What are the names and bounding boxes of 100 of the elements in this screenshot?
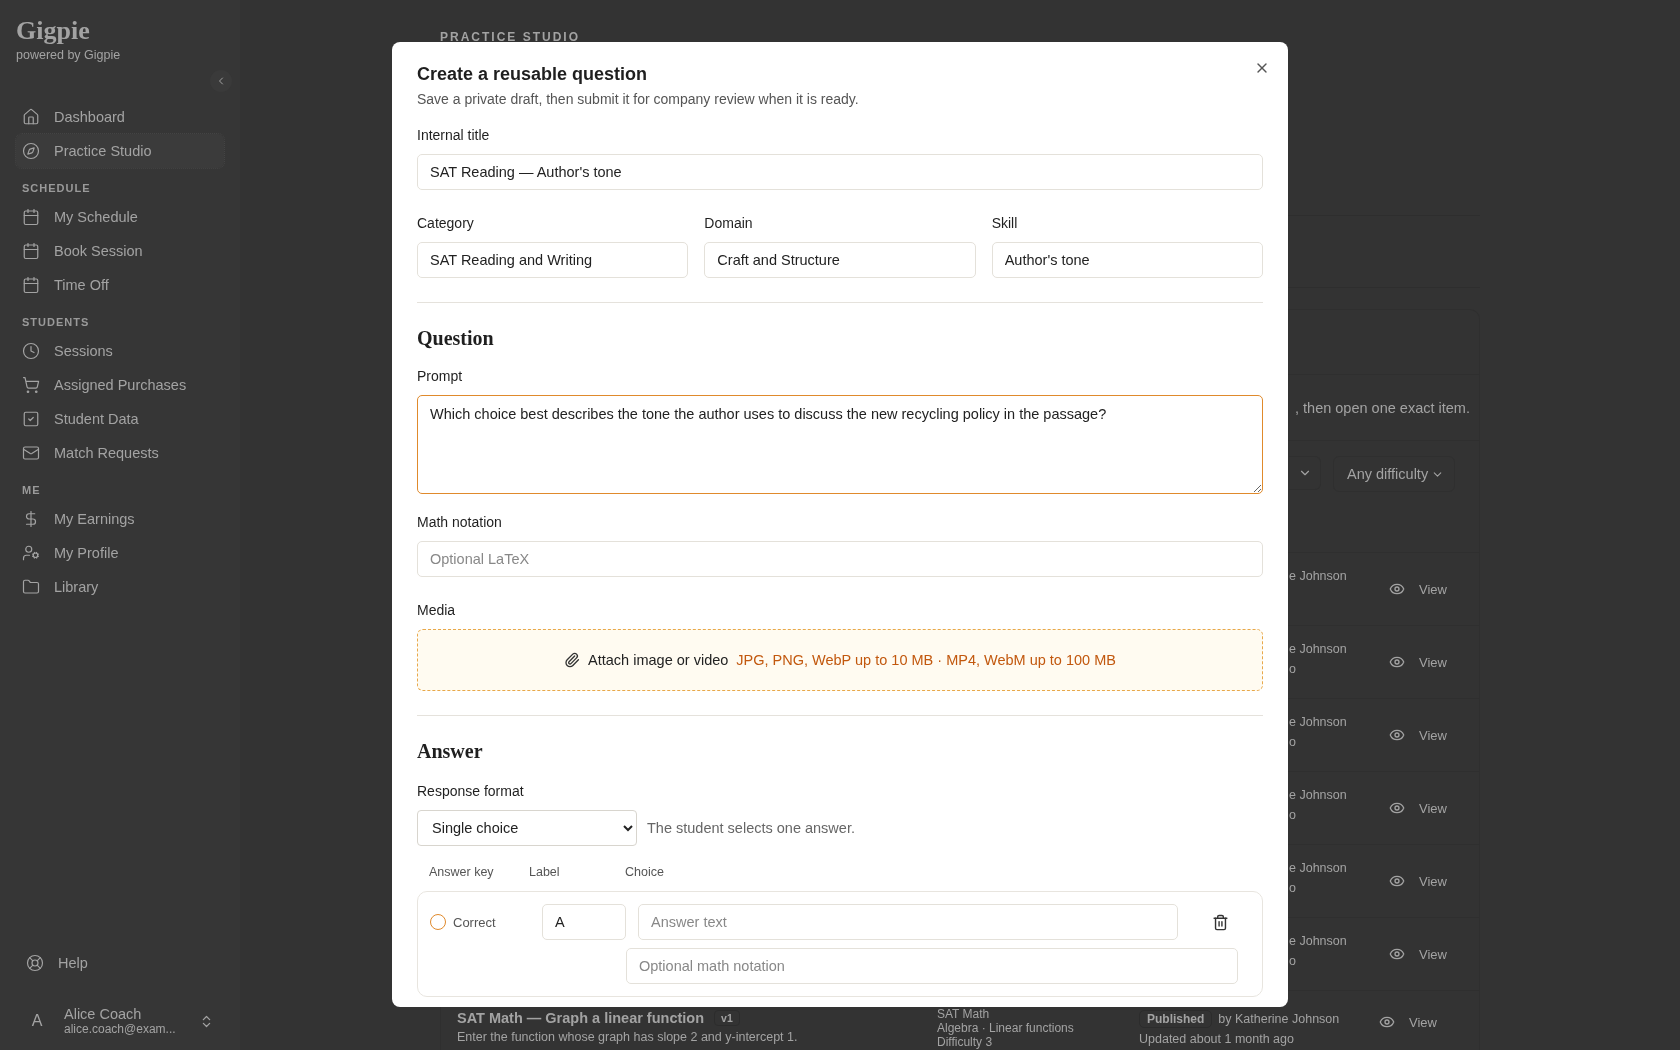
nav-item[interactable]: Book Session bbox=[16, 234, 224, 268]
lifebuoy-icon bbox=[26, 954, 44, 972]
collapse-sidebar-button[interactable] bbox=[210, 70, 232, 92]
nav-icon bbox=[22, 342, 40, 360]
view-link[interactable]: View bbox=[1389, 873, 1481, 889]
math-notation-field[interactable]: Optional math notation bbox=[626, 948, 1238, 984]
view-link[interactable]: View bbox=[1389, 727, 1481, 743]
view-link[interactable]: View bbox=[1389, 654, 1481, 670]
updated-text: Updated about 1 month ago bbox=[1139, 1032, 1295, 1046]
input-field[interactable]: SAT Reading and Writing bbox=[417, 242, 689, 278]
field-label: Response format bbox=[417, 783, 525, 799]
field-label: Math notation bbox=[417, 514, 503, 530]
eye-icon bbox=[1389, 654, 1405, 670]
nav-item[interactable]: Library bbox=[16, 570, 224, 604]
author-text: e Johnson bbox=[1289, 642, 1348, 656]
intro-text: , then open one exact item. bbox=[1295, 399, 1470, 416]
response-format-select[interactable]: Single choice bbox=[417, 810, 637, 846]
field-label: Domain bbox=[704, 215, 754, 231]
view-link[interactable]: View bbox=[1379, 1014, 1481, 1030]
question-title[interactable]: SAT Math — Graph a linear function bbox=[457, 1010, 705, 1026]
prompt-field[interactable]: Which choice best describes the tone the author uses to discuss the new recycling policy in the passage? bbox=[417, 395, 1263, 494]
eye-icon bbox=[1379, 1014, 1395, 1030]
dialog-subtitle: Save a private draft, then submit it for company review when it is ready. bbox=[417, 91, 860, 107]
view-link[interactable]: View bbox=[1389, 800, 1481, 816]
eye-icon bbox=[1389, 581, 1405, 597]
answer-text-field[interactable]: Answer text bbox=[638, 904, 1178, 940]
eye-icon bbox=[1389, 873, 1405, 889]
nav-item[interactable]: Match Requests bbox=[16, 436, 224, 470]
nav-icon bbox=[22, 142, 40, 160]
column-heading: Answer key bbox=[429, 865, 495, 879]
section-heading: Answer bbox=[417, 740, 484, 763]
nav-icon bbox=[22, 376, 40, 394]
paperclip-icon bbox=[564, 652, 581, 668]
choice-label-field[interactable]: A bbox=[542, 904, 626, 940]
section-heading: Question bbox=[417, 327, 495, 350]
nav-item[interactable]: My Profile bbox=[16, 536, 224, 570]
correct-radio[interactable]: Correct bbox=[430, 914, 530, 930]
nav-icon bbox=[22, 276, 40, 294]
updated-text: o bbox=[1289, 954, 1297, 968]
author-text: by Katherine Johnson bbox=[1218, 1012, 1340, 1026]
nav-icon bbox=[22, 108, 40, 126]
status-badge: Published bbox=[1139, 1010, 1213, 1028]
nav-item[interactable]: Student Data bbox=[16, 402, 224, 436]
nav-item[interactable]: Assigned Purchases bbox=[16, 368, 224, 402]
version-badge: v1 bbox=[714, 1010, 740, 1026]
page-eyebrow: PRACTICE STUDIO bbox=[440, 30, 581, 44]
category-text: SAT Math bbox=[937, 1008, 991, 1021]
nav-item[interactable]: My Earnings bbox=[16, 502, 224, 536]
nav-item[interactable]: My Schedule bbox=[16, 200, 224, 234]
nav-icon bbox=[22, 444, 40, 462]
nav-item[interactable]: Sessions bbox=[16, 334, 224, 368]
nav-section-heading: ME bbox=[22, 484, 42, 496]
column-heading: Label bbox=[529, 865, 561, 879]
nav-icon bbox=[22, 242, 40, 260]
nav-item[interactable]: Practice Studio bbox=[16, 134, 224, 168]
field-label: Prompt bbox=[417, 368, 464, 384]
user-name: Alice Coach bbox=[64, 1006, 143, 1022]
topic-text: Algebra · Linear functions bbox=[937, 1022, 1075, 1035]
updated-text: o bbox=[1289, 662, 1297, 676]
author-text: e Johnson bbox=[1289, 569, 1348, 583]
difficulty-filter[interactable]: Any difficulty bbox=[1333, 456, 1456, 492]
input-field[interactable]: Author's tone bbox=[991, 242, 1263, 278]
user-avatar: A bbox=[30, 1012, 44, 1030]
nav-item[interactable]: Time Off bbox=[16, 268, 224, 302]
media-dropzone[interactable]: Attach image or video JPG, PNG, WebP up to 10 MB · MP4, WebM up to 100 MB bbox=[417, 629, 1263, 691]
field-label: Media bbox=[417, 602, 457, 618]
brand-tagline: powered by Gigpie bbox=[16, 48, 122, 62]
view-link[interactable]: View bbox=[1389, 946, 1481, 962]
eye-icon bbox=[1389, 727, 1405, 743]
view-link[interactable]: View bbox=[1389, 581, 1481, 597]
updated-text: o bbox=[1289, 735, 1297, 749]
help-link[interactable]: Help bbox=[16, 946, 224, 980]
eye-icon bbox=[1389, 946, 1405, 962]
author-text: e Johnson bbox=[1289, 934, 1348, 948]
dialog-title: Create a reusable question bbox=[417, 64, 649, 85]
internal-title-field[interactable]: SAT Reading — Author's tone bbox=[417, 154, 1263, 190]
nav-icon bbox=[22, 208, 40, 226]
author-text: e Johnson bbox=[1289, 861, 1348, 875]
updated-text: o bbox=[1289, 881, 1297, 895]
nav-section-heading: SCHEDULE bbox=[22, 182, 92, 194]
input-field[interactable]: Craft and Structure bbox=[704, 242, 976, 278]
user-email: alice.coach@exam... bbox=[64, 1022, 177, 1036]
field-label: Category bbox=[417, 215, 475, 231]
math-notation-field[interactable]: Optional LaTeX bbox=[417, 541, 1263, 577]
updated-text: o bbox=[1289, 808, 1297, 822]
author-text: e Johnson bbox=[1289, 788, 1348, 802]
nav-item[interactable]: Dashboard bbox=[16, 100, 224, 134]
field-label: Skill bbox=[991, 215, 1019, 231]
eye-icon bbox=[1389, 800, 1405, 816]
difficulty-text: Difficulty 3 bbox=[937, 1036, 994, 1049]
nav-icon bbox=[22, 544, 40, 562]
trash-icon bbox=[1211, 913, 1229, 931]
format-hint: The student selects one answer. bbox=[647, 820, 855, 836]
nav-section-heading: STUDENTS bbox=[22, 316, 91, 328]
nav-icon bbox=[22, 410, 40, 428]
author-text: e Johnson bbox=[1289, 715, 1348, 729]
nav-icon bbox=[22, 578, 40, 596]
question-description: Enter the function whose graph has slope 2 and y-intercept 1. bbox=[457, 1030, 799, 1044]
column-heading: Choice bbox=[625, 865, 665, 879]
field-label: Internal title bbox=[417, 127, 491, 143]
